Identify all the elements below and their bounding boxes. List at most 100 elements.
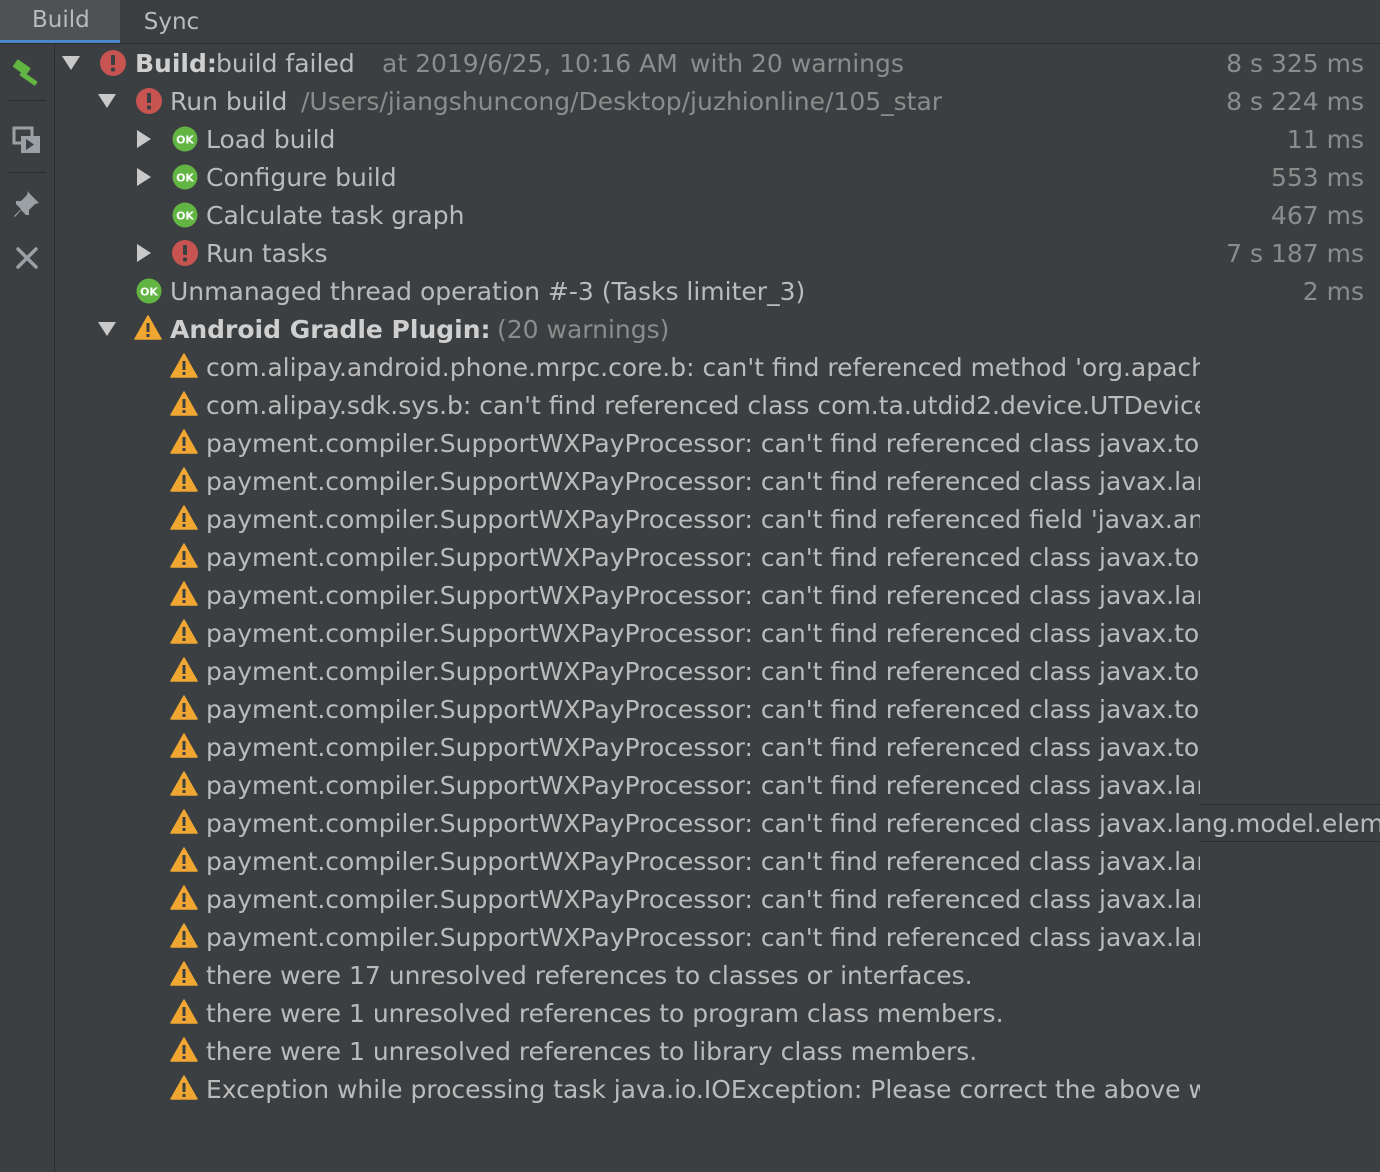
step-duration: 467 ms <box>1270 200 1364 230</box>
plugin-warnings-count: (20 warnings) <box>497 314 670 344</box>
tree-row-warning[interactable]: payment.compiler.SupportWXPayProcessor: … <box>55 614 1380 652</box>
warning-icon <box>170 923 198 948</box>
error-icon <box>136 88 162 114</box>
warning-icon <box>170 467 198 492</box>
tree-row-warning[interactable]: payment.compiler.SupportWXPayProcessor: … <box>55 804 1380 842</box>
collapse-arrow-icon[interactable] <box>98 322 116 336</box>
warning-icon <box>170 581 198 606</box>
tree-row-android-gradle-plugin[interactable]: Android Gradle Plugin: (20 warnings) <box>55 310 1380 348</box>
plugin-label: Android Gradle Plugin: <box>170 314 491 344</box>
svg-text:OK: OK <box>176 172 194 185</box>
collapse-arrow-icon[interactable] <box>62 56 80 70</box>
build-tree: Build: build failed at 2019/6/25, 10:16 … <box>55 44 1380 1172</box>
tree-row-warning[interactable]: there were 1 unresolved references to li… <box>55 1032 1380 1070</box>
warning-icon <box>170 505 198 530</box>
warning-icon <box>170 771 198 796</box>
restore-icon <box>12 126 40 153</box>
tree-row-warning[interactable]: payment.compiler.SupportWXPayProcessor: … <box>55 690 1380 728</box>
tree-row-unmanaged-thread[interactable]: OK Unmanaged thread operation #-3 (Tasks… <box>55 272 1380 310</box>
tree-row-warning[interactable]: com.alipay.android.phone.mrpc.core.b: ca… <box>55 348 1380 386</box>
warning-icon <box>170 657 198 682</box>
tab-sync[interactable]: Sync <box>120 0 223 43</box>
warning-message: payment.compiler.SupportWXPayProcessor: … <box>206 542 1200 572</box>
close-icon <box>16 247 38 269</box>
warning-icon <box>170 619 198 644</box>
unmanaged-thread-duration: 2 ms <box>1302 276 1364 306</box>
warning-icon <box>170 961 198 986</box>
warning-icon <box>170 847 198 872</box>
run-build-duration: 8 s 224 ms <box>1226 86 1364 116</box>
tree-row-warning[interactable]: payment.compiler.SupportWXPayProcessor: … <box>55 766 1380 804</box>
warning-icon <box>134 315 162 340</box>
warning-message: payment.compiler.SupportWXPayProcessor: … <box>206 732 1200 762</box>
build-root-label-bold: Build: <box>135 48 217 78</box>
build-warnings-count: with 20 warnings <box>690 48 904 78</box>
tab-build[interactable]: Build <box>0 0 120 43</box>
hammer-icon <box>12 59 38 86</box>
warning-message: payment.compiler.SupportWXPayProcessor: … <box>206 504 1200 534</box>
close-button[interactable] <box>6 237 48 279</box>
tree-row-calculate-task-graph[interactable]: OK Calculate task graph 467 ms <box>55 196 1380 234</box>
warning-icon <box>170 885 198 910</box>
tree-row-warning[interactable]: payment.compiler.SupportWXPayProcessor: … <box>55 918 1380 956</box>
svg-text:OK: OK <box>176 134 194 147</box>
step-label: Load build <box>206 124 336 154</box>
step-label: Configure build <box>206 162 397 192</box>
tree-row-warning[interactable]: payment.compiler.SupportWXPayProcessor: … <box>55 500 1380 538</box>
warning-message: payment.compiler.SupportWXPayProcessor: … <box>206 846 1200 876</box>
side-toolbar <box>0 44 55 1172</box>
warning-icon <box>170 1075 198 1100</box>
warning-message: payment.compiler.SupportWXPayProcessor: … <box>206 618 1200 648</box>
warning-message: payment.compiler.SupportWXPayProcessor: … <box>206 656 1200 686</box>
warning-icon <box>170 733 198 758</box>
expand-arrow-icon[interactable] <box>137 168 151 186</box>
pin-tab-button[interactable] <box>6 184 48 226</box>
warning-icon <box>170 543 198 568</box>
error-icon <box>100 50 126 76</box>
svg-text:OK: OK <box>176 210 194 223</box>
tree-row-warning[interactable]: there were 1 unresolved references to pr… <box>55 994 1380 1032</box>
warning-message: payment.compiler.SupportWXPayProcessor: … <box>206 922 1200 952</box>
tree-row-configure-build[interactable]: OK Configure build 553 ms <box>55 158 1380 196</box>
build-time: at 2019/6/25, 10:16 AM <box>382 48 678 78</box>
run-build-label: Run build <box>170 86 288 116</box>
build-duration: 8 s 325 ms <box>1226 48 1364 78</box>
tree-row-warning[interactable]: payment.compiler.SupportWXPayProcessor: … <box>55 728 1380 766</box>
pin-icon <box>14 191 39 217</box>
tree-row-warning[interactable]: payment.compiler.SupportWXPayProcessor: … <box>55 538 1380 576</box>
tree-row-warning[interactable]: payment.compiler.SupportWXPayProcessor: … <box>55 462 1380 500</box>
expand-arrow-icon[interactable] <box>137 130 151 148</box>
tree-row-warning[interactable]: payment.compiler.SupportWXPayProcessor: … <box>55 576 1380 614</box>
tree-row-warning[interactable]: payment.compiler.SupportWXPayProcessor: … <box>55 424 1380 462</box>
rerun-build-button[interactable] <box>6 52 48 94</box>
ok-icon: OK <box>172 126 198 152</box>
tree-row-build-root[interactable]: Build: build failed at 2019/6/25, 10:16 … <box>55 44 1380 82</box>
warning-message: Exception while processing task java.io.… <box>206 1074 1200 1104</box>
warning-message: payment.compiler.SupportWXPayProcessor: … <box>206 770 1200 800</box>
tree-row-run-tasks[interactable]: Run tasks 7 s 187 ms <box>55 234 1380 272</box>
expand-arrow-icon[interactable] <box>137 244 151 262</box>
tree-row-warning[interactable]: com.alipay.sdk.sys.b: can't find referen… <box>55 386 1380 424</box>
warning-icon <box>170 391 198 416</box>
tree-row-warning[interactable]: Exception while processing task java.io.… <box>55 1070 1380 1108</box>
warning-icon <box>170 809 198 834</box>
warning-icon <box>170 1037 198 1062</box>
ok-icon: OK <box>172 164 198 190</box>
tree-row-warning[interactable]: payment.compiler.SupportWXPayProcessor: … <box>55 842 1380 880</box>
svg-text:OK: OK <box>140 286 158 299</box>
tree-row-warning[interactable]: payment.compiler.SupportWXPayProcessor: … <box>55 652 1380 690</box>
warning-message: there were 17 unresolved references to c… <box>206 960 973 990</box>
warning-message: payment.compiler.SupportWXPayProcessor: … <box>206 808 1380 838</box>
tree-row-load-build[interactable]: OK Load build 11 ms <box>55 120 1380 158</box>
tree-row-run-build[interactable]: Run build /Users/jiangshuncong/Desktop/j… <box>55 82 1380 120</box>
warning-message: there were 1 unresolved references to li… <box>206 1036 978 1066</box>
collapse-arrow-icon[interactable] <box>98 94 116 108</box>
tree-row-warning[interactable]: payment.compiler.SupportWXPayProcessor: … <box>55 880 1380 918</box>
step-duration: 553 ms <box>1270 162 1364 192</box>
tree-row-warning[interactable]: there were 17 unresolved references to c… <box>55 956 1380 994</box>
error-icon <box>172 240 198 266</box>
step-duration: 7 s 187 ms <box>1226 238 1364 268</box>
warning-icon <box>170 695 198 720</box>
step-duration: 11 ms <box>1286 124 1364 154</box>
toggle-view-button[interactable] <box>6 120 48 162</box>
